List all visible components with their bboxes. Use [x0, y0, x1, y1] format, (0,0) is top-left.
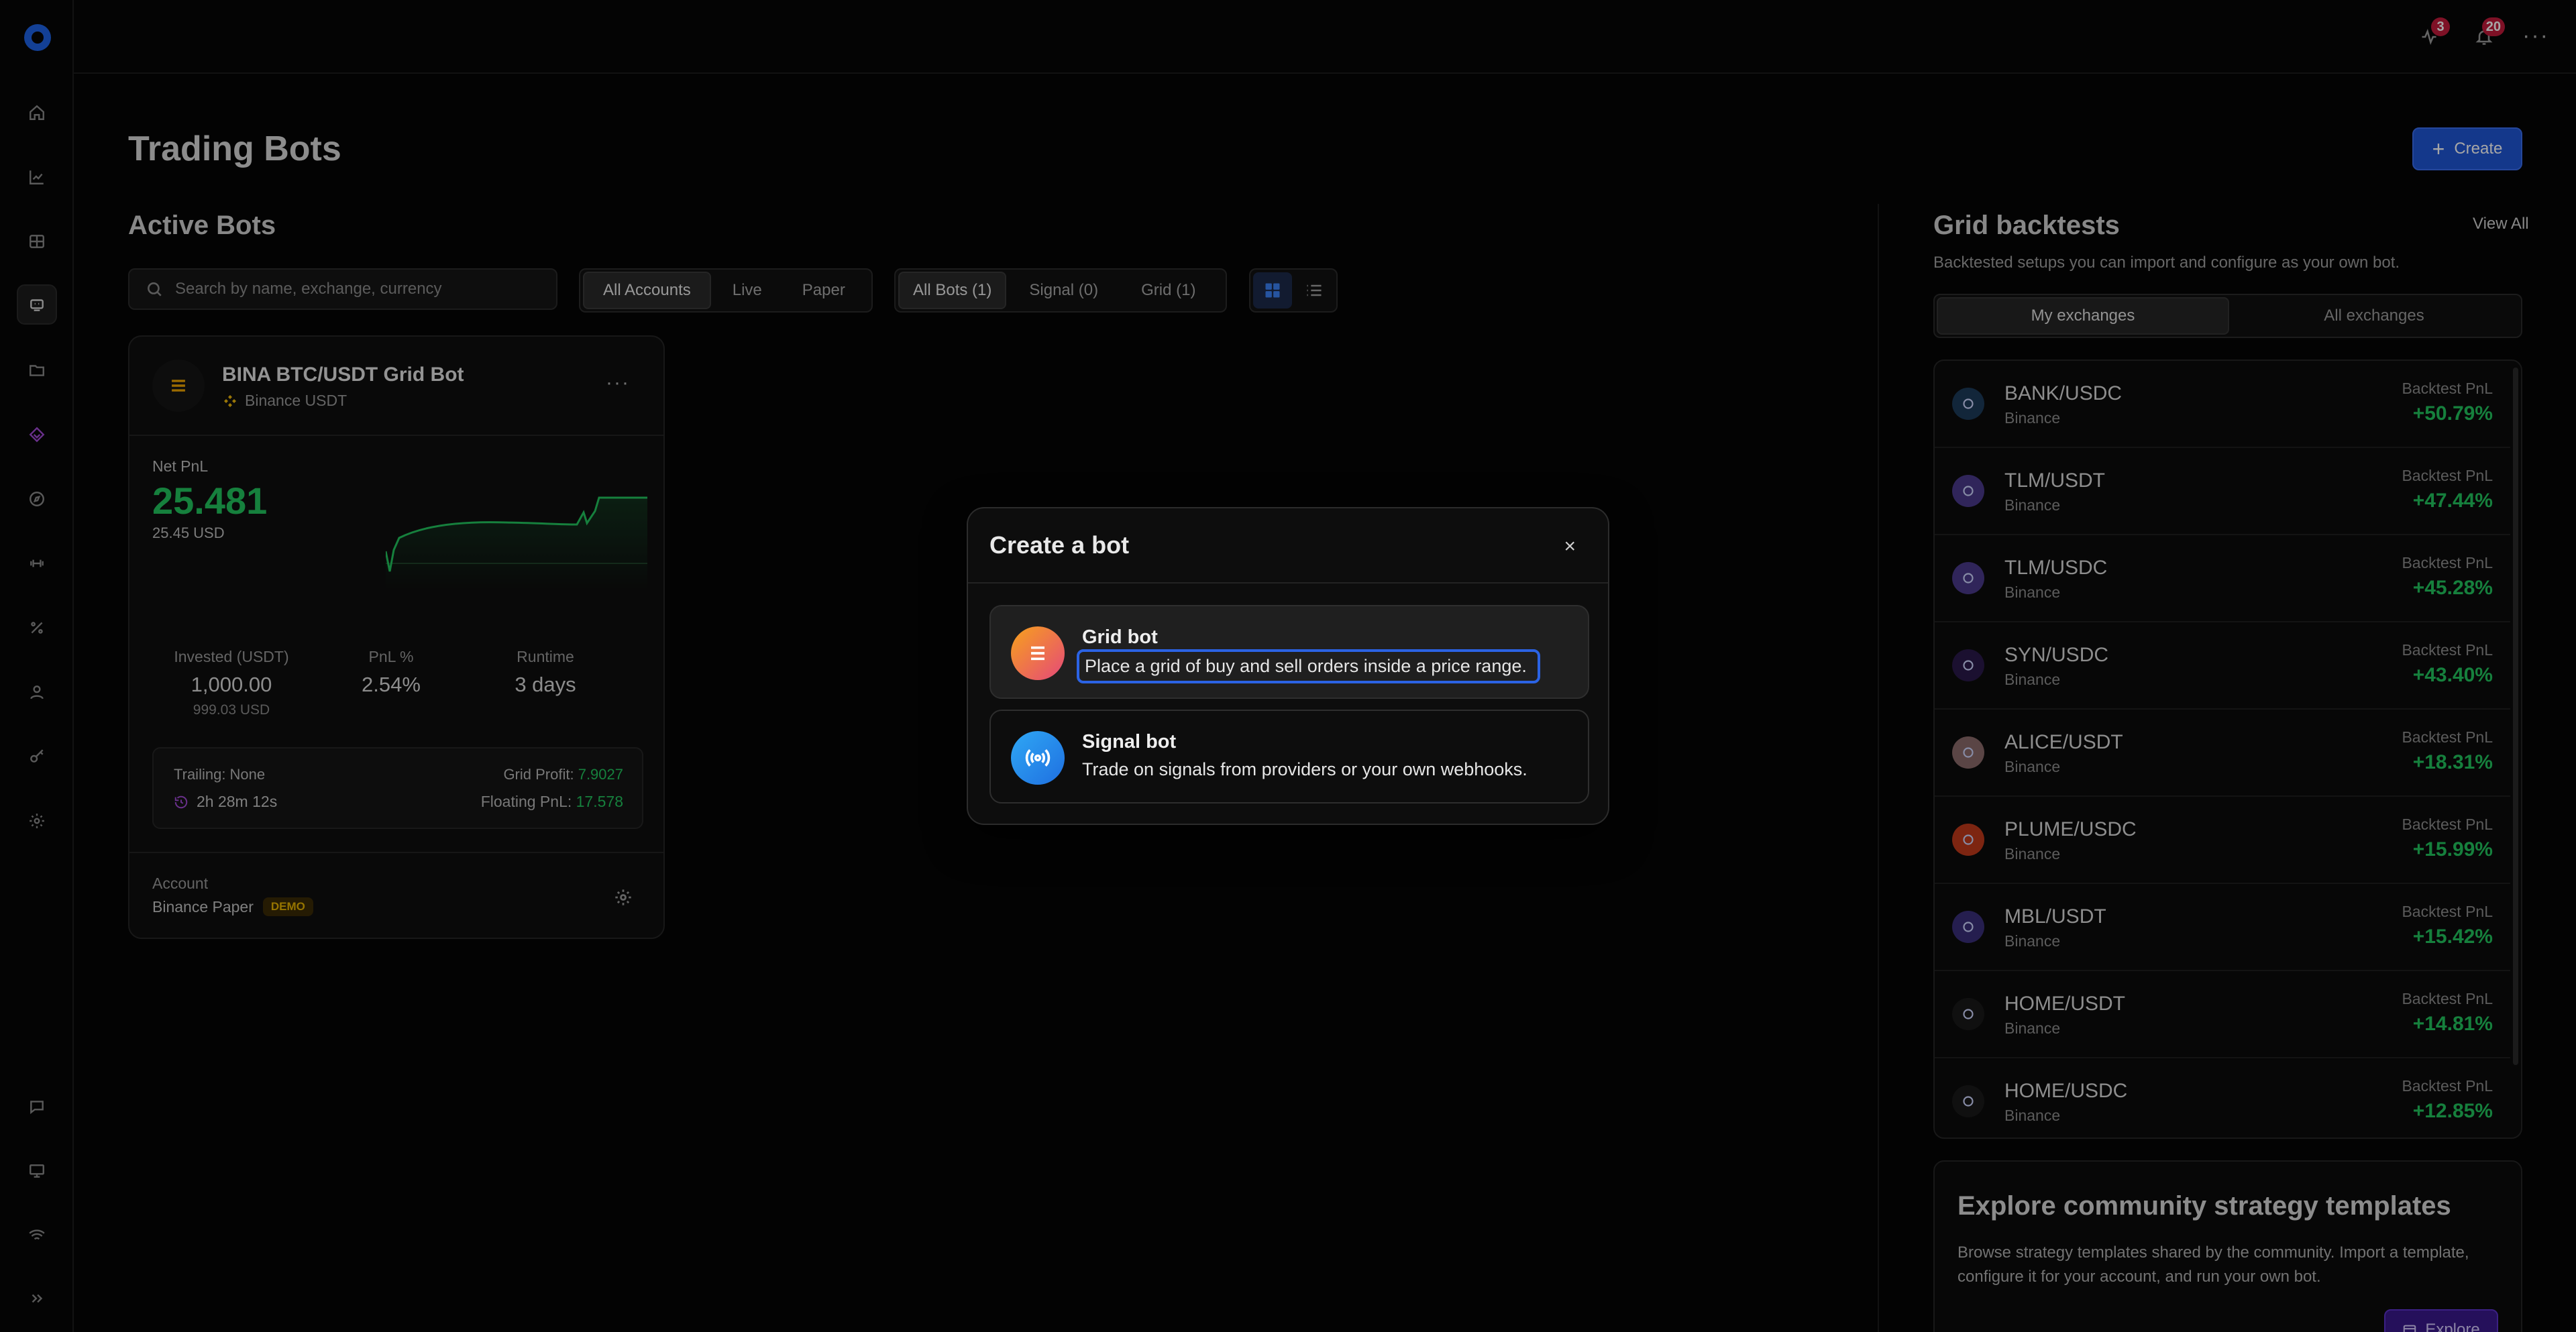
grid-bot-name: Grid bot — [1082, 626, 1158, 648]
create-bot-dialog: Create a bot × Grid bot Place a grid of … — [967, 507, 1609, 825]
signal-bot-icon — [1011, 731, 1065, 785]
grid-bot-option[interactable]: Grid bot Place a grid of buy and sell or… — [989, 605, 1589, 699]
signal-bot-description: Trade on signals from providers or your … — [1082, 759, 1527, 779]
signal-bot-name: Signal bot — [1082, 731, 1177, 753]
dialog-divider — [968, 582, 1608, 584]
close-icon[interactable]: × — [1564, 535, 1576, 558]
signal-bot-option[interactable]: Signal bot Trade on signals from provide… — [989, 710, 1589, 803]
dialog-title: Create a bot — [989, 531, 1130, 559]
grid-bot-icon — [1011, 626, 1065, 680]
grid-bot-description: Place a grid of buy and sell orders insi… — [1077, 649, 1540, 683]
